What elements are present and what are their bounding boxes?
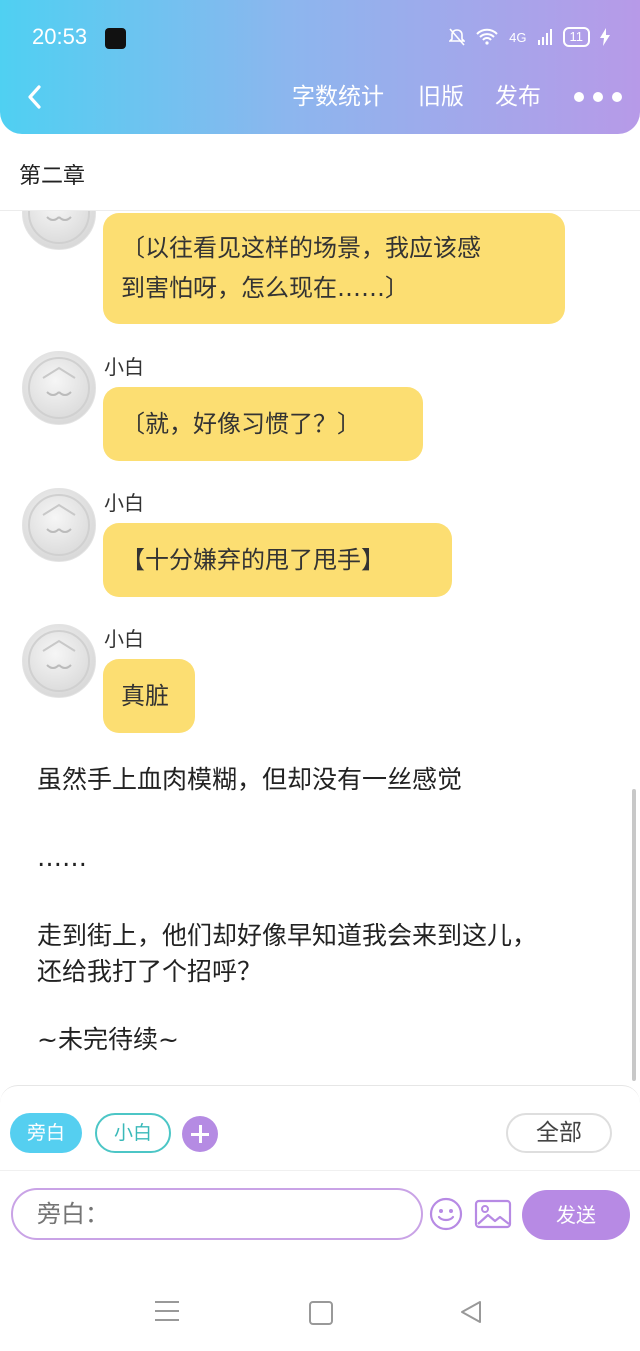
message-bubble[interactable]: 〔就，好像习惯了？〕 (103, 387, 423, 461)
image-icon[interactable] (474, 1199, 512, 1229)
message-line: 〔就，好像习惯了？〕 (121, 410, 361, 438)
message-bubble[interactable]: 【十分嫌弃的甩了甩手】 (103, 523, 452, 597)
narration-text[interactable]: 走到街上，他们却好像早知道我会来到这儿， (37, 918, 537, 954)
back-icon[interactable] (22, 82, 50, 112)
role-chip-xiaobai[interactable]: 小白 (95, 1113, 171, 1153)
word-count-button[interactable]: 字数统计 (292, 80, 384, 114)
wifi-icon (476, 28, 498, 45)
message-line: 到害怕呀，怎么现在……〕 (121, 274, 409, 302)
avatar[interactable] (22, 211, 96, 250)
battery-level: 11 (562, 27, 590, 47)
back-triangle-icon[interactable] (458, 1299, 484, 1325)
story-content[interactable]: 〔以往看见这样的场景，我应该感 到害怕呀，怎么现在……〕 小白 〔就，好像习惯了… (0, 211, 640, 1085)
narration-text[interactable]: ~未完待续~ (37, 1022, 179, 1058)
chapter-bar: 第二章 (0, 140, 640, 211)
emoji-icon[interactable] (429, 1197, 463, 1231)
nav-bar: 字数统计 旧版 发布 (0, 80, 640, 114)
narration-text[interactable]: …… (37, 840, 87, 876)
charging-icon (600, 28, 610, 46)
system-nav-bar (0, 1241, 640, 1351)
message-line: 真脏 (121, 682, 169, 710)
add-role-icon[interactable] (182, 1116, 218, 1152)
narration-text[interactable]: 还给我打了个招呼？ (37, 954, 262, 990)
speaker-name: 小白 (104, 491, 144, 515)
menu-icon[interactable] (155, 1301, 179, 1321)
status-time: 20:53 (32, 24, 88, 49)
message-bubble[interactable]: 真脏 (103, 659, 195, 733)
role-chip-narrator[interactable]: 旁白 (10, 1113, 82, 1153)
message-line: 〔以往看见这样的场景，我应该感 (121, 234, 481, 262)
all-roles-button[interactable]: 全部 (506, 1113, 612, 1153)
mute-icon (449, 28, 466, 46)
divider (0, 1170, 640, 1171)
chapter-title[interactable]: 第二章 (19, 158, 85, 190)
avatar[interactable] (22, 351, 96, 425)
message-line: 【十分嫌弃的甩了甩手】 (121, 546, 385, 574)
more-options-icon[interactable] (574, 92, 622, 102)
network-label: 4G (509, 29, 527, 45)
avatar[interactable] (22, 488, 96, 562)
narration-text[interactable]: 虽然手上血肉模糊，但却没有一丝感觉 (37, 762, 462, 798)
scrollbar[interactable] (632, 789, 636, 1081)
tiktok-icon (105, 28, 126, 49)
composer-panel: 旁白 小白 全部 发送 (0, 1085, 640, 1242)
speaker-name: 小白 (104, 355, 144, 379)
send-button[interactable]: 发送 (522, 1190, 630, 1240)
message-input[interactable] (11, 1188, 423, 1240)
message-bubble[interactable]: 〔以往看见这样的场景，我应该感 到害怕呀，怎么现在……〕 (103, 213, 565, 324)
avatar[interactable] (22, 624, 96, 698)
publish-button[interactable]: 发布 (495, 80, 541, 114)
app-header: 20:53 4G 11 字数统计 旧版 发布 (0, 0, 640, 134)
status-icons: 4G 11 (449, 27, 610, 47)
signal-icon (537, 29, 552, 45)
speaker-name: 小白 (104, 627, 144, 651)
old-version-button[interactable]: 旧版 (418, 80, 464, 114)
home-icon[interactable] (309, 1301, 333, 1325)
